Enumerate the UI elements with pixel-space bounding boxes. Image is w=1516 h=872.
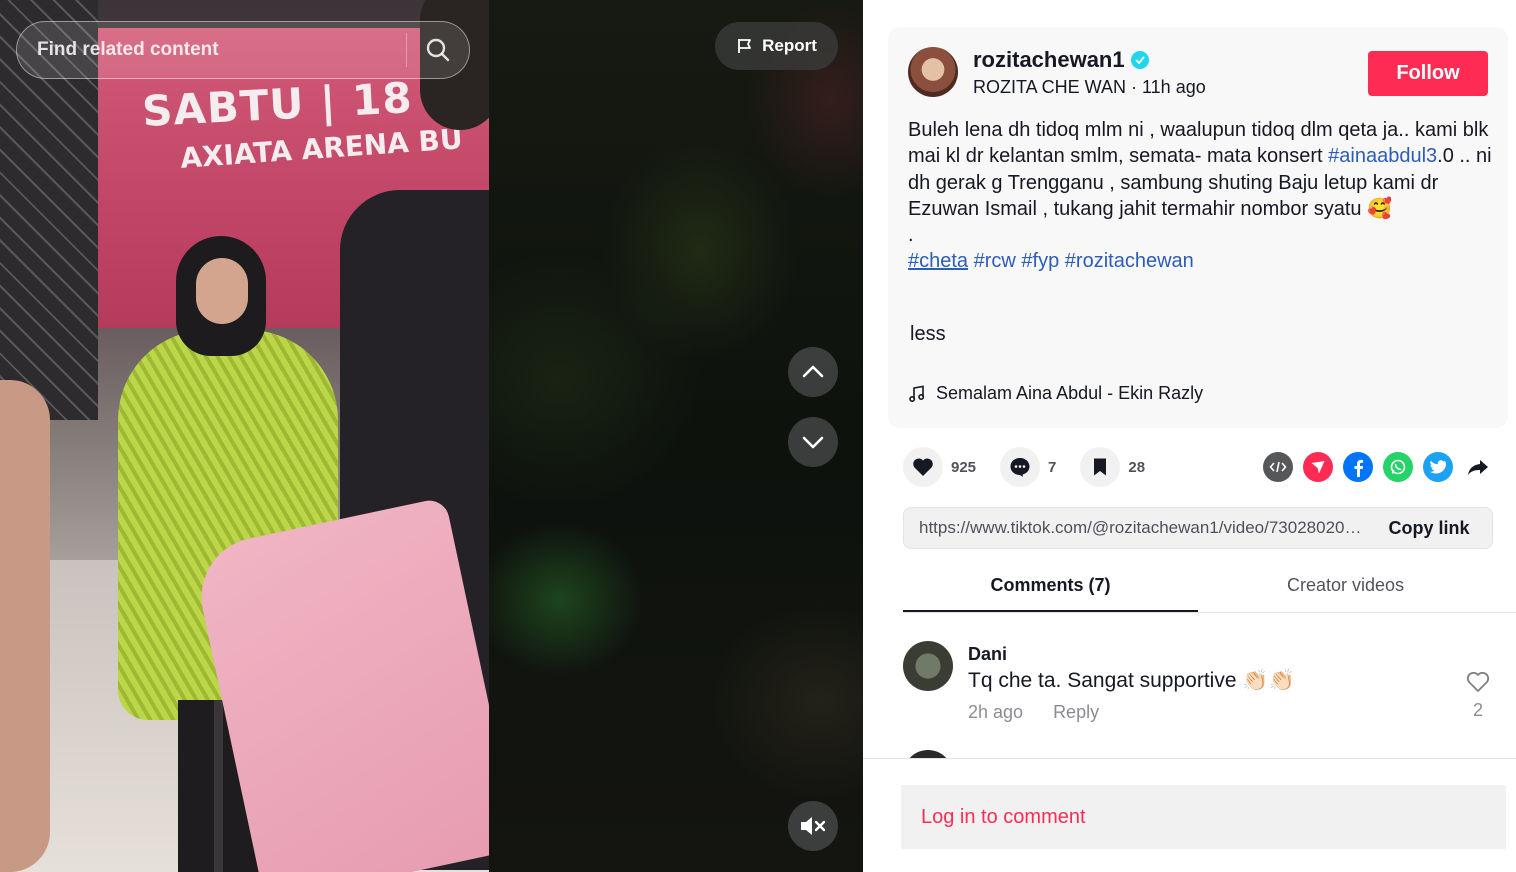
login-to-comment-label: Log in to comment [921, 805, 1086, 828]
follow-button[interactable]: Follow [1368, 51, 1488, 96]
video-description: Buleh lena dh tidoq mlm ni , waalupun ti… [908, 117, 1493, 275]
tab-creator-videos[interactable]: Creator videos [1198, 563, 1493, 612]
hashtag-link[interactable]: #fyp [1021, 250, 1059, 272]
author-username[interactable]: rozitachewan1 [973, 47, 1149, 73]
report-label: Report [762, 36, 817, 55]
like-count: 925 [951, 458, 977, 476]
login-to-comment-button[interactable]: Log in to comment [901, 785, 1506, 849]
comment-like-count: 2 [1472, 700, 1483, 720]
twitter-icon[interactable] [1423, 452, 1453, 482]
comment-count: 7 [1048, 458, 1057, 476]
whatsapp-icon[interactable] [1383, 452, 1413, 482]
music-note-icon [909, 385, 925, 402]
heart-outline-icon [1466, 671, 1490, 692]
tab-comments[interactable]: Comments (7) [903, 563, 1198, 612]
previous-video-button[interactable] [788, 347, 838, 397]
bookmark-icon [1094, 458, 1107, 476]
embed-icon[interactable] [1263, 452, 1293, 482]
like-action[interactable]: 925 [903, 447, 976, 487]
search-button[interactable] [407, 21, 469, 79]
next-video-button[interactable] [788, 417, 838, 467]
music-title: Semalam Aina Abdul - Ekin Razly [936, 383, 1204, 403]
comment-like-button[interactable]: 2 [1463, 671, 1493, 721]
commenter-name[interactable]: Dani [968, 644, 1007, 665]
copy-link-button[interactable]: Copy link [1366, 518, 1492, 539]
author-avatar[interactable] [908, 47, 958, 97]
like-button[interactable] [903, 447, 943, 487]
hashtag-link[interactable]: #cheta [908, 250, 968, 272]
video-player[interactable]: SABTU | 18 AXIATA ARENA BU Find related … [0, 0, 863, 872]
verified-badge-icon [1130, 51, 1149, 69]
flag-icon [738, 39, 752, 53]
speaker-muted-icon [801, 817, 826, 835]
action-bar: 925 7 28 [903, 446, 1169, 488]
video-link-url[interactable]: https://www.tiktok.com/@rozitachewan1/vi… [904, 518, 1366, 538]
comment-reply-button[interactable]: Reply [1053, 702, 1099, 723]
subline-separator: · [1126, 77, 1142, 97]
comment-meta: 2h ago Reply [968, 702, 1099, 723]
save-button[interactable] [1080, 447, 1121, 487]
mute-button[interactable] [788, 801, 838, 851]
author-subline: ROZITA CHE WAN · 11h ago [973, 77, 1206, 98]
facebook-icon[interactable] [1343, 452, 1373, 482]
search-icon [426, 38, 450, 62]
search-bar[interactable]: Find related content [16, 21, 470, 79]
music-link[interactable]: Semalam Aina Abdul - Ekin Razly [908, 383, 1203, 404]
search-input[interactable]: Find related content [17, 39, 406, 61]
video-link-box: https://www.tiktok.com/@rozitachewan1/vi… [903, 507, 1493, 549]
heart-icon [913, 458, 933, 476]
comment-footer: Log in to comment [863, 758, 1516, 872]
hashtag-link[interactable]: #ainaabdul3 [1328, 145, 1437, 167]
share-arrow-icon[interactable] [1463, 452, 1493, 482]
less-button[interactable]: less [910, 323, 946, 346]
send-to-friends-icon[interactable] [1303, 452, 1333, 482]
comment-bubble-icon [1010, 458, 1030, 477]
save-count: 28 [1128, 458, 1146, 476]
comment-item: Dani Tq che ta. Sangat supportive 👏🏻👏🏻 2… [903, 641, 1493, 731]
hashtag-link[interactable]: #rozitachewan [1065, 250, 1194, 272]
chevron-up-icon [802, 365, 824, 378]
comment-tabs: Comments (7) Creator videos [903, 563, 1516, 613]
hashtag-link[interactable]: #rcw [974, 250, 1016, 272]
chevron-down-icon [802, 436, 824, 449]
person-face [196, 258, 248, 324]
share-icons [1263, 452, 1493, 482]
description-dot: . [908, 224, 914, 247]
author-username-text: rozitachewan1 [973, 47, 1125, 72]
comment-button[interactable] [1000, 447, 1041, 487]
background-person [0, 380, 50, 872]
save-action[interactable]: 28 [1080, 447, 1145, 487]
post-time: 11h ago [1142, 77, 1206, 97]
description-card: rozitachewan1 ROZITA CHE WAN · 11h ago F… [888, 27, 1508, 428]
video-frame[interactable]: SABTU | 18 AXIATA ARENA BU [0, 0, 489, 872]
comment-text: Tq che ta. Sangat supportive 👏🏻👏🏻 [968, 669, 1295, 692]
next-commenter-avatar [903, 750, 953, 758]
comment-action[interactable]: 7 [1000, 447, 1056, 487]
report-button[interactable]: Report [715, 22, 838, 70]
author-display-name: ROZITA CHE WAN [973, 77, 1126, 97]
details-panel: rozitachewan1 ROZITA CHE WAN · 11h ago F… [863, 0, 1516, 872]
comment-time: 2h ago [968, 702, 1024, 722]
commenter-avatar[interactable] [903, 641, 953, 691]
